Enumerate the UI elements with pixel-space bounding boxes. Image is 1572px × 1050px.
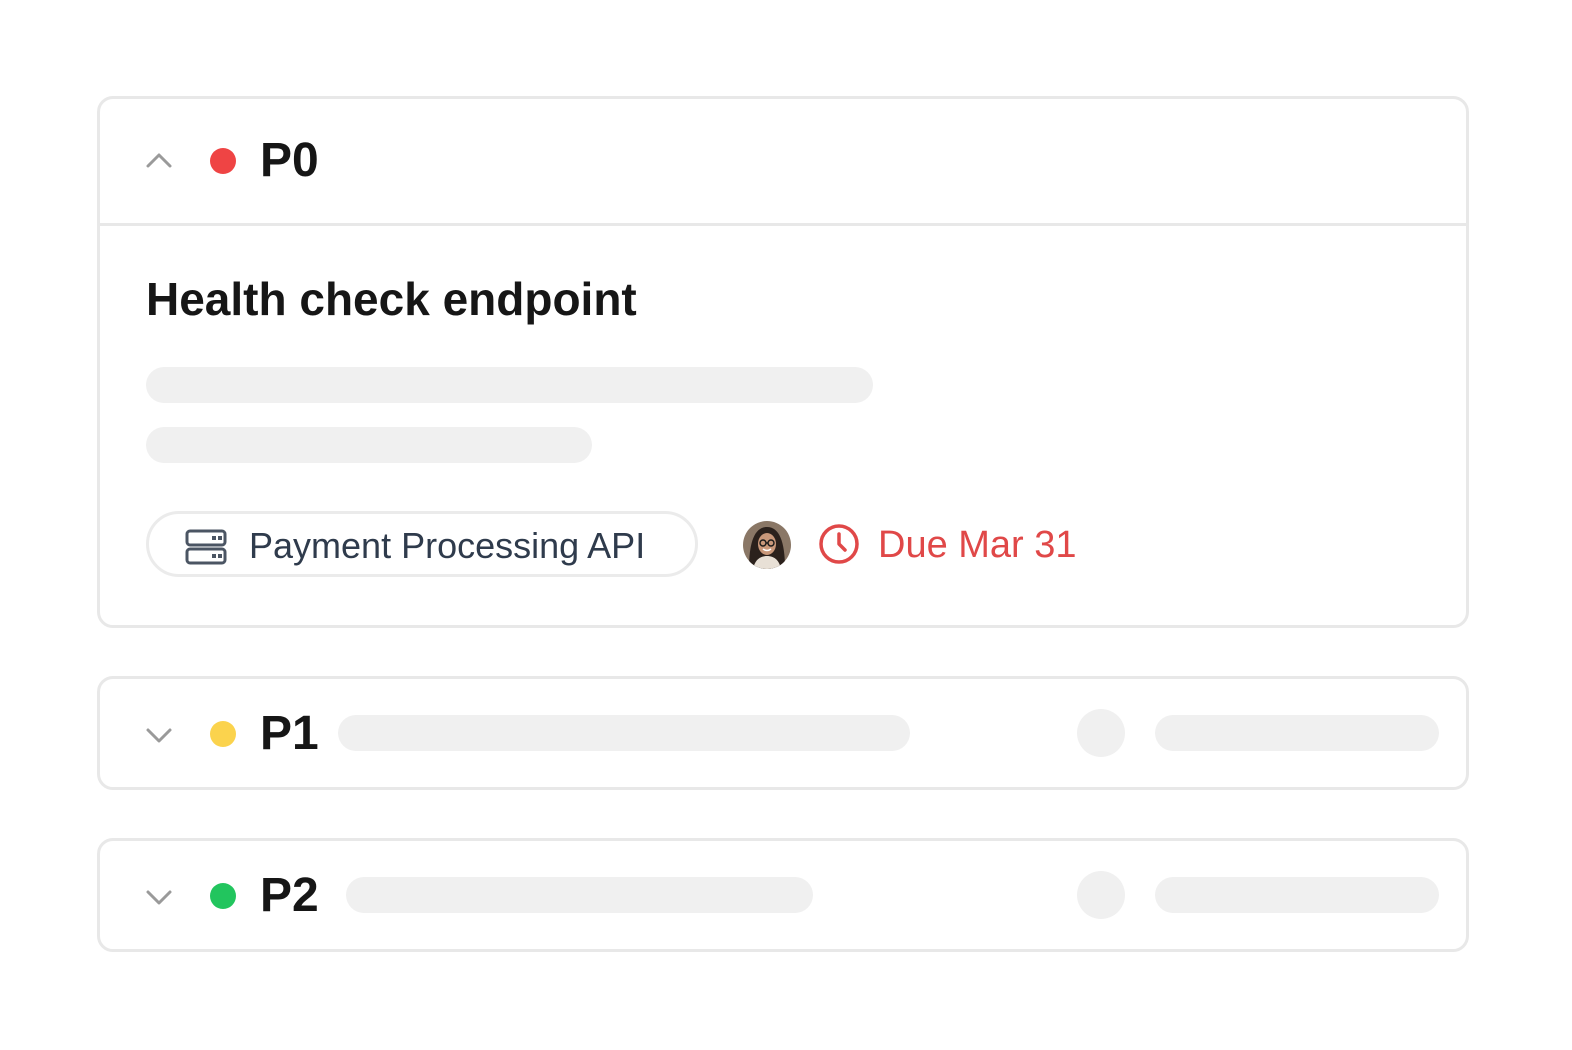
skeleton-line [146,367,873,403]
priority-label: P1 [260,707,319,760]
priority-label: P0 [260,134,319,187]
priority-dot-icon [210,883,236,909]
priority-group-p1: P1 [97,676,1469,790]
server-icon [185,529,227,565]
skeleton-line [1155,877,1439,913]
project-name: Payment Processing API [249,525,646,566]
chevron-down-icon[interactable] [145,721,173,749]
priority-dot-icon [210,148,236,174]
skeleton-line [346,877,813,913]
chevron-up-icon[interactable] [145,147,173,175]
skeleton-avatar [1077,709,1125,757]
due-date-label: Due Mar 31 [878,524,1077,566]
priority-group-p0: P0 Health check endpoint Payment Process… [97,96,1469,628]
skeleton-line [1155,715,1439,751]
task-card[interactable]: Health check endpoint Payment Processing… [100,226,1466,626]
skeleton-line [338,715,910,751]
avatar[interactable] [743,521,791,569]
group-header-p1[interactable]: P1 [100,679,1466,787]
chevron-down-icon[interactable] [145,883,173,911]
avatar-icon [743,521,791,569]
clock-icon [819,524,859,564]
project-chip[interactable]: Payment Processing API [146,511,698,577]
skeleton-avatar [1077,871,1125,919]
task-title[interactable]: Health check endpoint [146,276,637,322]
priority-group-p2: P2 [97,838,1469,952]
priority-dot-icon [210,721,236,747]
skeleton-line [146,427,592,463]
priority-label: P2 [260,869,319,922]
group-header-p0[interactable]: P0 [100,99,1466,223]
group-header-p2[interactable]: P2 [100,841,1466,949]
